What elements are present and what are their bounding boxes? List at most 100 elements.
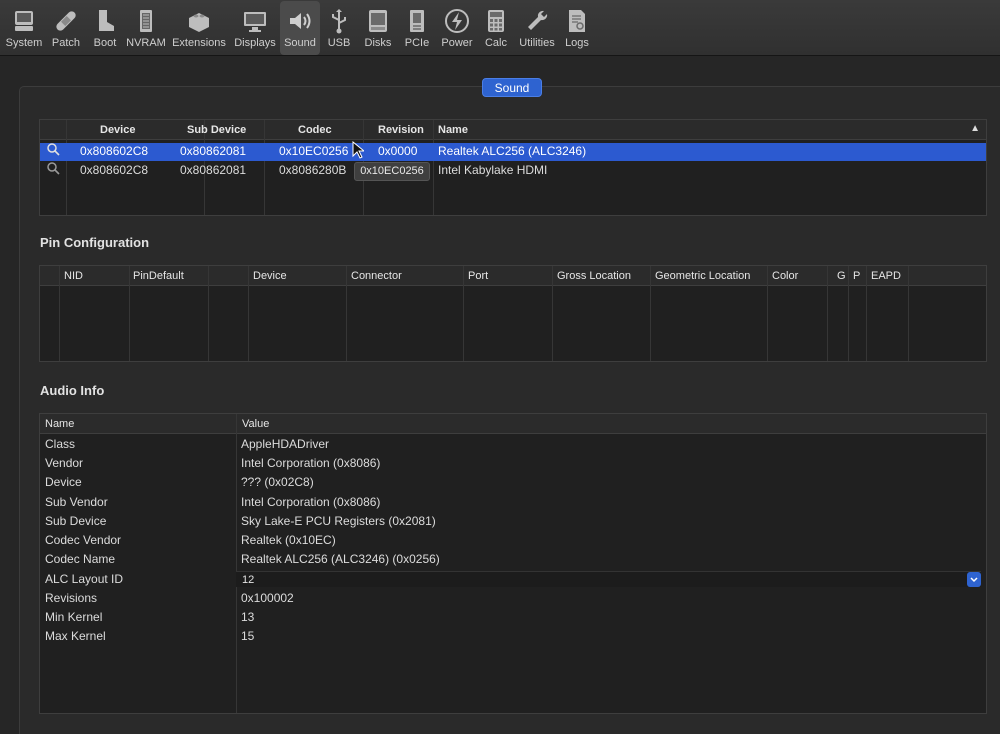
- col-header-device[interactable]: Device: [100, 120, 135, 140]
- col-header-eapd[interactable]: EAPD: [871, 266, 901, 286]
- col-header-color[interactable]: Color: [772, 266, 798, 286]
- col-header-g[interactable]: G: [837, 266, 846, 286]
- col-header-port[interactable]: Port: [468, 266, 488, 286]
- col-header-name[interactable]: Name: [438, 120, 468, 140]
- tab-displays[interactable]: Displays: [230, 1, 280, 55]
- tab-sound[interactable]: Sound: [280, 1, 320, 55]
- device-cell: 0x808602C8: [80, 163, 149, 177]
- codec-tooltip: 0x10EC0256: [354, 162, 430, 181]
- info-name: Codec Name: [45, 552, 116, 566]
- chevron-down-icon[interactable]: [967, 572, 981, 587]
- info-value: 0x100002: [241, 591, 294, 605]
- info-name: Sub Device: [45, 514, 107, 528]
- info-name: Max Kernel: [45, 629, 106, 643]
- tab-usb-label: USB: [327, 37, 351, 49]
- bandage-icon: [53, 7, 79, 35]
- codec-cell: 0x10EC0256: [279, 144, 349, 158]
- col-header-geometric-location[interactable]: Geometric Location: [655, 266, 750, 286]
- magnifier-icon[interactable]: [46, 161, 60, 180]
- tab-nvram-label: NVRAM: [126, 37, 166, 49]
- tab-utilities-label: Utilities: [519, 37, 555, 49]
- lego-brick-icon: [186, 7, 212, 35]
- sort-ascending-icon[interactable]: ▲: [970, 123, 980, 134]
- name-cell: Intel Kabylake HDMI: [438, 163, 548, 177]
- wrench-icon: [524, 7, 550, 35]
- log-document-icon: [564, 7, 590, 35]
- tab-pcie[interactable]: PCIe: [398, 1, 436, 55]
- section-label-sound: Sound: [482, 78, 542, 97]
- device-cell: 0x808602C8: [80, 144, 149, 158]
- col-header-revision[interactable]: Revision: [378, 120, 424, 140]
- disk-icon: [365, 7, 391, 35]
- pcie-card-icon: [404, 7, 430, 35]
- revision-cell: 0x0000: [378, 144, 418, 158]
- col-header-connector[interactable]: Connector: [351, 266, 402, 286]
- col-header-name[interactable]: Name: [45, 414, 74, 434]
- tab-disks[interactable]: Disks: [358, 1, 398, 55]
- speaker-icon: [287, 7, 313, 35]
- info-name: Min Kernel: [45, 610, 103, 624]
- lightning-icon: [444, 7, 470, 35]
- info-value: Sky Lake-E PCU Registers (0x2081): [241, 514, 436, 528]
- info-value: Intel Corporation (0x8086): [241, 456, 381, 470]
- col-header-p[interactable]: P: [853, 266, 860, 286]
- info-value: 13: [241, 610, 255, 624]
- col-header-pindefault[interactable]: PinDefault: [133, 266, 184, 286]
- audio-info-header: [40, 414, 986, 434]
- tab-usb[interactable]: USB: [320, 1, 358, 55]
- tab-patch-label: Patch: [51, 37, 81, 49]
- tab-displays-label: Displays: [234, 37, 276, 49]
- tab-utilities[interactable]: Utilities: [514, 1, 560, 55]
- col-header-gross-location[interactable]: Gross Location: [557, 266, 631, 286]
- pin-config-title: Pin Configuration: [40, 235, 150, 250]
- calculator-icon: [483, 7, 509, 35]
- name-cell: Realtek ALC256 (ALC3246): [438, 144, 587, 158]
- col-header-codec[interactable]: Codec: [298, 120, 332, 140]
- info-name: Device: [45, 475, 82, 489]
- tab-power-label: Power: [441, 37, 473, 49]
- pin-config-table: NID PinDefault Device Connector Port Gro…: [39, 265, 987, 362]
- tab-system[interactable]: System: [2, 1, 46, 55]
- alc-layout-id-value: 12: [242, 574, 255, 586]
- tab-logs-label: Logs: [565, 37, 589, 49]
- monitor-icon: [242, 7, 268, 35]
- info-value: Realtek (0x10EC): [241, 533, 336, 547]
- alc-layout-id-select[interactable]: 12: [236, 571, 981, 587]
- tab-nvram[interactable]: NVRAM: [124, 1, 168, 55]
- computer-icon: [11, 7, 37, 35]
- tab-system-label: System: [5, 37, 43, 49]
- info-name: Vendor: [45, 456, 84, 470]
- col-header-nid[interactable]: NID: [64, 266, 83, 286]
- tab-calc[interactable]: Calc: [478, 1, 514, 55]
- tab-extensions[interactable]: Extensions: [168, 1, 230, 55]
- info-name: Revisions: [45, 591, 98, 605]
- devices-table-header: [40, 120, 986, 140]
- tab-power[interactable]: Power: [436, 1, 478, 55]
- col-header-value[interactable]: Value: [242, 414, 269, 434]
- tab-boot-label: Boot: [93, 37, 117, 49]
- info-value: Realtek ALC256 (ALC3246) (0x0256): [241, 552, 440, 566]
- info-value: 15: [241, 629, 255, 643]
- tab-logs[interactable]: Logs: [560, 1, 594, 55]
- audio-info-table: Name Value Class AppleHDADriver Vendor I…: [39, 413, 987, 714]
- tab-calc-label: Calc: [484, 37, 507, 49]
- info-value: ??? (0x02C8): [241, 475, 314, 489]
- devices-table: Device Sub Device Codec Revision Name ▲ …: [39, 119, 987, 216]
- tab-boot[interactable]: Boot: [86, 1, 124, 55]
- usb-icon: [326, 7, 352, 35]
- info-name: Codec Vendor: [45, 533, 122, 547]
- tab-sound-label: Sound: [284, 37, 316, 49]
- magnifier-icon[interactable]: [46, 142, 60, 161]
- info-name: Class: [45, 437, 76, 451]
- toolbar: System Patch Boot NVRAM Extensions Displ…: [0, 0, 1000, 56]
- col-header-sub-device[interactable]: Sub Device: [187, 120, 246, 140]
- sub-device-cell: 0x80862081: [180, 144, 247, 158]
- boot-icon: [92, 7, 118, 35]
- mouse-cursor-icon: [352, 140, 366, 162]
- info-value: Intel Corporation (0x8086): [241, 495, 381, 509]
- tab-patch[interactable]: Patch: [46, 1, 86, 55]
- sub-device-cell: 0x80862081: [180, 163, 247, 177]
- audio-info-title: Audio Info: [40, 383, 105, 398]
- info-name: ALC Layout ID: [45, 572, 124, 586]
- col-header-device[interactable]: Device: [253, 266, 287, 286]
